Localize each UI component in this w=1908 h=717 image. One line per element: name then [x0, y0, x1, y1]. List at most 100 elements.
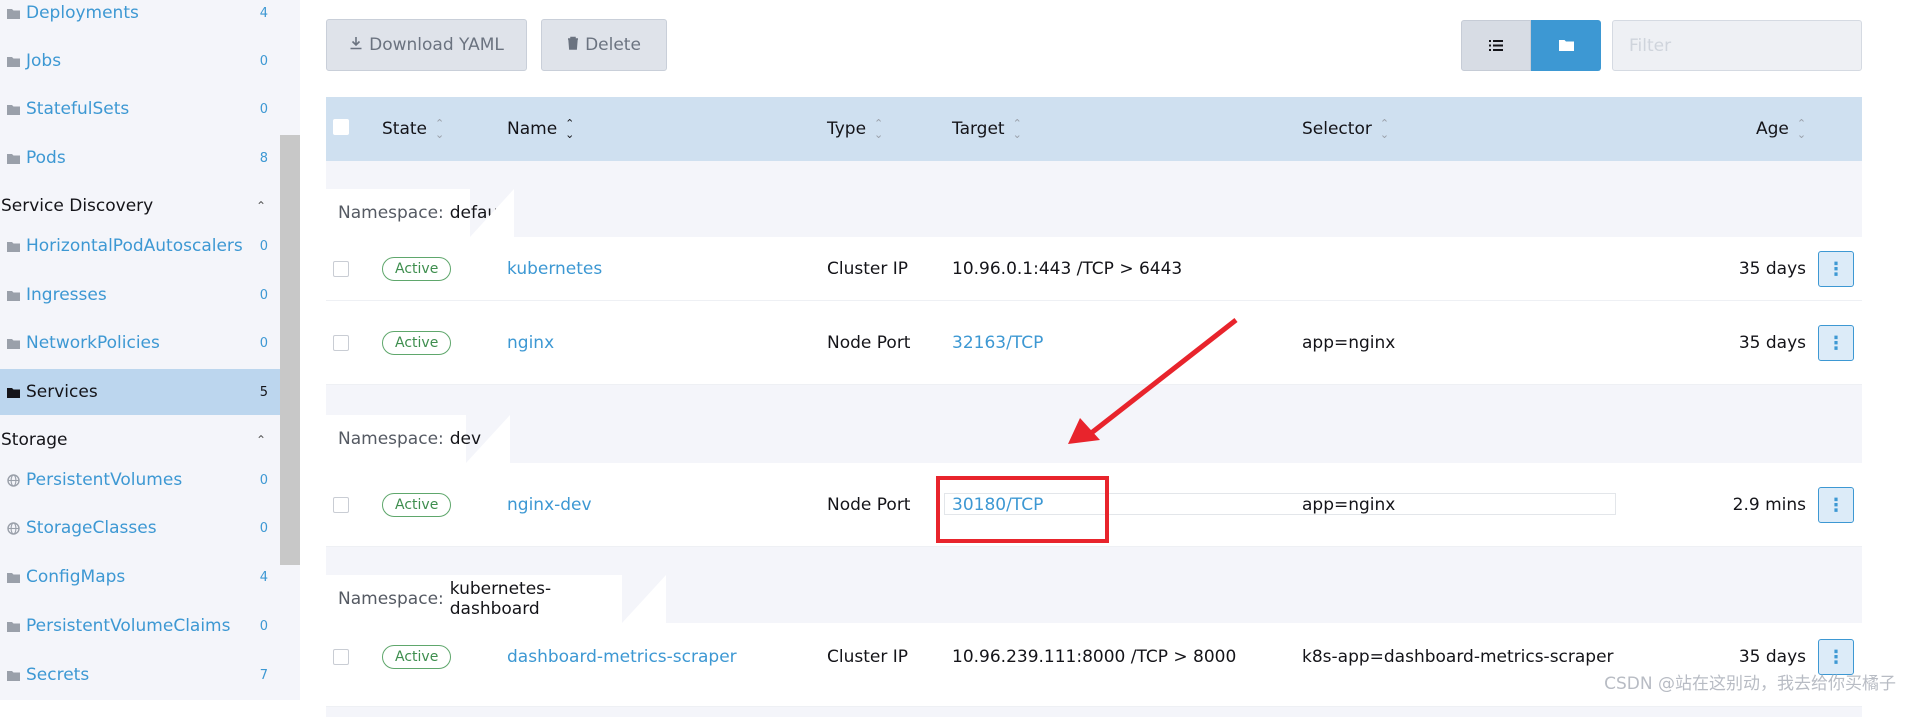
group-by-namespace-button[interactable]	[1531, 20, 1601, 71]
sidebar-item-count: 0	[259, 53, 268, 69]
column-header-age[interactable]: Age ⌃ ⌄	[1756, 97, 1806, 161]
list-view-button[interactable]	[1461, 20, 1531, 71]
table-row[interactable]: Active dashboard-metrics-scraper Cluster…	[326, 623, 1862, 707]
sidebar-item-count: 0	[259, 101, 268, 117]
column-label: Type	[827, 119, 867, 139]
target-cell: 10.96.0.1:443 /TCP > 6443	[952, 258, 1183, 279]
service-name-link[interactable]: nginx	[507, 301, 554, 384]
sidebar-item-label: PersistentVolumes	[26, 470, 183, 490]
sidebar-item-label: Pods	[26, 148, 66, 168]
download-yaml-button[interactable]: Download YAML	[326, 19, 527, 71]
type-cell: Cluster IP	[827, 647, 909, 667]
age-cell: 35 days	[1738, 332, 1806, 353]
row-actions-button[interactable]: ⋮	[1818, 251, 1854, 287]
column-header-target[interactable]: Target ⌃ ⌄	[952, 97, 1022, 161]
namespace-tab: Namespace: default	[326, 189, 514, 237]
sidebar-item-ingresses[interactable]: Ingresses 0	[0, 272, 280, 318]
sidebar-item-count: 8	[259, 150, 268, 166]
scrollbar-thumb[interactable]	[280, 135, 300, 565]
sidebar-item-count: 0	[259, 472, 268, 488]
column-label: Target	[952, 119, 1005, 139]
service-name-link[interactable]: dashboard-metrics-scraper	[507, 623, 737, 691]
row-checkbox[interactable]	[333, 497, 349, 513]
namespace-label: Namespace:	[338, 203, 444, 223]
chevron-up-icon: ⌃	[255, 199, 266, 213]
kebab-icon: ⋮	[1827, 646, 1845, 668]
type-cell: Node Port	[827, 332, 911, 353]
namespace-name: default	[449, 203, 510, 223]
status-badge: Active	[382, 645, 452, 669]
sort-icon: ⌃ ⌄	[1379, 117, 1390, 141]
folder-icon	[7, 290, 23, 301]
sidebar-item-persistentvolumes[interactable]: PersistentVolumes 0	[0, 457, 280, 503]
delete-button[interactable]: Delete	[541, 19, 667, 71]
sidebar-item-configmaps[interactable]: ConfigMaps 4	[0, 554, 280, 600]
sort-icon: ⌃ ⌄	[1796, 117, 1807, 141]
sidebar: Deployments 4 Jobs 0 StatefulSets 0 Pods…	[0, 0, 280, 700]
globe-icon	[7, 473, 23, 487]
sidebar-item-label: Ingresses	[26, 285, 107, 305]
sidebar-group-storage[interactable]: Storage ⌃	[0, 420, 280, 460]
sidebar-item-statefulsets[interactable]: StatefulSets 0	[0, 86, 280, 132]
sidebar-item-count: 5	[259, 384, 268, 400]
sidebar-scrollbar[interactable]	[280, 0, 300, 700]
column-header-selector[interactable]: Selector ⌃ ⌄	[1302, 97, 1389, 161]
row-checkbox[interactable]	[333, 649, 349, 665]
folder-icon	[7, 338, 23, 349]
service-name-link[interactable]: kubernetes	[507, 237, 602, 300]
sidebar-group-title: Service Discovery	[1, 196, 154, 216]
sidebar-item-networkpolicies[interactable]: NetworkPolicies 0	[0, 320, 280, 366]
select-all-checkbox[interactable]	[333, 119, 349, 135]
column-label: Name	[507, 119, 558, 139]
column-label: State	[382, 119, 427, 139]
row-checkbox[interactable]	[333, 335, 349, 351]
row-checkbox[interactable]	[333, 261, 349, 277]
sidebar-item-label: Services	[26, 382, 98, 402]
column-header-state[interactable]: State ⌃ ⌄	[382, 97, 444, 161]
sidebar-item-storageclasses[interactable]: StorageClasses 0	[0, 505, 280, 551]
sidebar-group-service-discovery[interactable]: Service Discovery ⌃	[0, 186, 280, 226]
row-actions-button[interactable]: ⋮	[1818, 325, 1854, 361]
status-badge: Active	[382, 256, 452, 281]
row-actions-button[interactable]: ⋮	[1818, 487, 1854, 523]
sidebar-item-services[interactable]: Services 5	[0, 369, 280, 415]
sidebar-item-pods[interactable]: Pods 8	[0, 135, 280, 181]
folder-icon	[7, 104, 23, 115]
kebab-icon: ⋮	[1827, 494, 1845, 516]
column-label: Selector	[1302, 119, 1372, 139]
namespace-group-header: Namespace: default	[326, 161, 1862, 237]
sidebar-item-secrets[interactable]: Secrets 7	[0, 652, 280, 698]
sort-icon: ⌃ ⌄	[874, 117, 884, 141]
namespace-label: Namespace:	[338, 589, 444, 609]
folder-icon	[7, 8, 23, 19]
sidebar-item-deployments[interactable]: Deployments 4	[0, 0, 280, 36]
sidebar-item-horizontalpodautoscalers[interactable]: HorizontalPodAutoscalers 0	[0, 223, 280, 269]
selector-cell: app=nginx	[1302, 332, 1396, 353]
column-header-type[interactable]: Type ⌃ ⌄	[827, 97, 883, 161]
list-icon	[1489, 36, 1503, 55]
sidebar-item-label: ConfigMaps	[26, 567, 126, 587]
service-name-link[interactable]: nginx-dev	[507, 463, 592, 546]
state-cell: Active	[382, 463, 452, 546]
namespace-name: kubernetes-dashboard	[449, 579, 552, 619]
delete-label: Delete	[585, 35, 641, 55]
sidebar-item-count: 0	[259, 618, 268, 634]
table-header: State ⌃ ⌄ Name ⌃ ⌄ Type ⌃ ⌄ Target ⌃ ⌄ Selector ⌃…	[326, 97, 1862, 161]
table-row[interactable]: Active kubernetes Cluster IP 10.96.0.1:4…	[326, 237, 1862, 301]
folder-icon	[7, 621, 23, 632]
filter-input[interactable]	[1612, 20, 1862, 71]
sidebar-item-persistentvolumeclaims[interactable]: PersistentVolumeClaims 0	[0, 603, 280, 649]
folder-icon	[7, 572, 23, 583]
sort-icon: ⌃ ⌄	[1012, 117, 1022, 141]
state-cell: Active	[382, 301, 452, 384]
chevron-up-icon: ⌃	[255, 433, 266, 447]
column-header-name[interactable]: Name ⌃ ⌄	[507, 97, 574, 161]
kebab-icon: ⋮	[1827, 332, 1845, 354]
target-port-link[interactable]: 32163/TCP	[952, 301, 1043, 384]
status-badge: Active	[382, 492, 452, 517]
view-toggle	[1461, 20, 1601, 71]
sidebar-item-jobs[interactable]: Jobs 0	[0, 38, 280, 84]
selector-cell: app=nginx	[1302, 494, 1396, 515]
sidebar-item-label: Jobs	[26, 51, 62, 71]
sidebar-group-title: Storage	[1, 430, 68, 450]
